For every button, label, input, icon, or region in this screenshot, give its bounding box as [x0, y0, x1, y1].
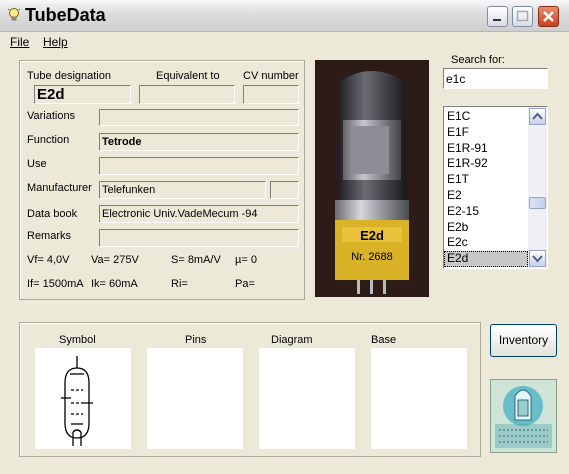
- search-label: Search for:: [451, 54, 505, 66]
- list-item[interactable]: E2: [444, 188, 528, 204]
- tube-list[interactable]: E1C E1F E1R-91 E1R-92 E1T E2 E2-15 E2b E2c E2d: [443, 106, 548, 269]
- inventory-button-label: Inventory: [498, 333, 549, 347]
- variations-label: Variations: [27, 110, 76, 122]
- ik-value: Ik= 60mA: [91, 278, 138, 290]
- tube-designation-value: E2d: [37, 86, 65, 103]
- diagram-panel: [259, 348, 355, 449]
- menu-file-label: File: [10, 35, 30, 49]
- scroll-down-button[interactable]: [529, 250, 546, 267]
- function-value: Tetrode: [102, 136, 142, 148]
- tube-list-items: E1C E1F E1R-91 E1R-92 E1T E2 E2-15 E2b E2c E2d: [444, 109, 528, 267]
- use-label: Use: [27, 158, 47, 170]
- databook-label: Data book: [27, 208, 78, 220]
- photo-label-bottom: Nr. 2688: [351, 251, 393, 263]
- tube-logo-icon: [491, 380, 556, 452]
- databook-field[interactable]: Electronic Univ.VadeMecum -94: [99, 205, 299, 223]
- cv-number-field[interactable]: [243, 85, 299, 104]
- title-bar: TubeData: [0, 0, 569, 32]
- minimize-button[interactable]: [487, 6, 508, 27]
- databook-value: Electronic Univ.VadeMecum -94: [102, 208, 258, 220]
- search-input-value: e1c: [446, 72, 466, 86]
- chevron-down-icon: [532, 255, 543, 263]
- minimize-icon: [493, 19, 501, 21]
- inventory-button[interactable]: Inventory: [490, 324, 557, 357]
- search-input[interactable]: e1c: [443, 68, 548, 89]
- list-item[interactable]: E1R-91: [444, 141, 528, 157]
- function-label: Function: [27, 134, 70, 146]
- tube-designation-field[interactable]: E2d: [34, 85, 131, 104]
- app-logo: [490, 379, 557, 453]
- remarks-label: Remarks: [27, 230, 72, 242]
- lightbulb-icon: [7, 8, 21, 21]
- manufacturer-value: Telefunken: [102, 184, 156, 196]
- scroll-up-button[interactable]: [529, 108, 546, 125]
- tube-designation-label: Tube designation: [27, 70, 111, 82]
- diagram-label: Diagram: [271, 334, 313, 346]
- list-item[interactable]: E1T: [444, 172, 528, 188]
- maximize-icon: [516, 10, 529, 22]
- manufacturer-label: Manufacturer: [27, 182, 92, 194]
- list-scrollbar[interactable]: [528, 107, 547, 268]
- close-icon: [543, 11, 554, 22]
- photo-label-top: E2d: [360, 228, 384, 243]
- function-field[interactable]: Tetrode: [99, 133, 299, 151]
- list-item[interactable]: E1C: [444, 109, 528, 125]
- equivalent-field[interactable]: [139, 85, 235, 104]
- symbol-label: Symbol: [59, 334, 96, 346]
- base-label: Base: [371, 334, 397, 346]
- variations-field[interactable]: [99, 109, 299, 126]
- list-item[interactable]: E1R-92: [444, 156, 528, 172]
- cv-number-label: CV number: [243, 70, 299, 82]
- manufacturer-field[interactable]: Telefunken: [99, 181, 266, 199]
- pins-panel: [147, 348, 243, 449]
- list-item[interactable]: E1F: [444, 125, 528, 141]
- list-item[interactable]: E2d: [444, 251, 528, 267]
- manufacturer-extra-field[interactable]: [270, 181, 299, 199]
- scroll-thumb[interactable]: [529, 197, 546, 209]
- menu-bar: File Help: [0, 33, 569, 51]
- if-value: If= 1500mA: [27, 278, 84, 290]
- close-button[interactable]: [538, 6, 559, 27]
- maximize-button[interactable]: [512, 6, 533, 27]
- list-item[interactable]: E2-15: [444, 204, 528, 220]
- remarks-field[interactable]: [99, 229, 299, 247]
- symbol-panel: [35, 348, 131, 449]
- pa-value: Pa=: [235, 278, 255, 290]
- window-title: TubeData: [25, 5, 106, 25]
- tube-symbol-icon: [61, 356, 93, 446]
- pins-label: Pins: [185, 334, 207, 346]
- tube-photo-image: E2d Nr. 2688: [315, 60, 429, 297]
- equivalent-label: Equivalent to: [156, 70, 220, 82]
- menu-help[interactable]: Help: [43, 35, 68, 49]
- chevron-up-icon: [532, 112, 543, 120]
- va-value: Va= 275V: [91, 254, 139, 266]
- menu-file[interactable]: File: [10, 35, 29, 49]
- list-item[interactable]: E2c: [444, 235, 528, 251]
- menu-help-label: Help: [43, 35, 68, 49]
- ri-value: Ri=: [171, 278, 188, 290]
- list-item[interactable]: E2b: [444, 220, 528, 236]
- tube-photo: E2d Nr. 2688: [315, 60, 429, 297]
- mu-value: µ= 0: [235, 254, 257, 266]
- vf-value: Vf= 4,0V: [27, 254, 70, 266]
- use-field[interactable]: [99, 157, 299, 175]
- base-panel: [371, 348, 467, 449]
- s-value: S= 8mA/V: [171, 254, 221, 266]
